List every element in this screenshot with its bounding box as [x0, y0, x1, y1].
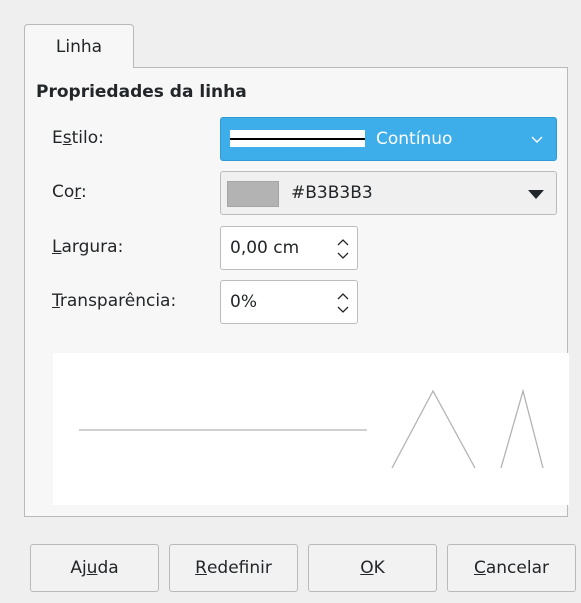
spin-arrows-icon[interactable]: [335, 235, 351, 263]
color-label: Cor:: [52, 182, 87, 202]
cancel-button[interactable]: Cancelar: [447, 544, 576, 592]
transparency-stepper[interactable]: 0%: [220, 280, 358, 324]
dropdown-triangle-icon: [528, 190, 544, 199]
tab-label: Linha: [55, 36, 103, 57]
line-style-select[interactable]: Contínuo: [220, 117, 557, 161]
line-style-preview: [230, 130, 365, 147]
line-preview: [53, 353, 569, 505]
line-properties-panel: Propriedades da linha Estilo: Contínuo C…: [24, 67, 569, 517]
chevron-down-icon: [531, 136, 543, 143]
color-swatch: [227, 181, 279, 207]
line-style-value: Contínuo: [376, 129, 453, 149]
section-title: Propriedades da linha: [36, 82, 247, 102]
transparency-value: 0%: [230, 292, 257, 312]
style-label: Estilo:: [52, 128, 104, 148]
width-label: Largura:: [52, 237, 124, 257]
line-width-stepper[interactable]: 0,00 cm: [220, 226, 358, 270]
line-color-select[interactable]: #B3B3B3: [220, 171, 557, 215]
help-button[interactable]: Aj u da: [30, 544, 159, 592]
line-width-value: 0,00 cm: [230, 238, 300, 258]
line-color-value: #B3B3B3: [291, 183, 373, 203]
transparency-label: Transparência:: [52, 291, 177, 311]
ok-button[interactable]: OK: [308, 544, 437, 592]
reset-button[interactable]: Redefinir: [169, 544, 298, 592]
tab-linha[interactable]: Linha: [24, 24, 134, 68]
spin-arrows-icon[interactable]: [335, 289, 351, 317]
line-preview-drawing: [79, 388, 544, 469]
